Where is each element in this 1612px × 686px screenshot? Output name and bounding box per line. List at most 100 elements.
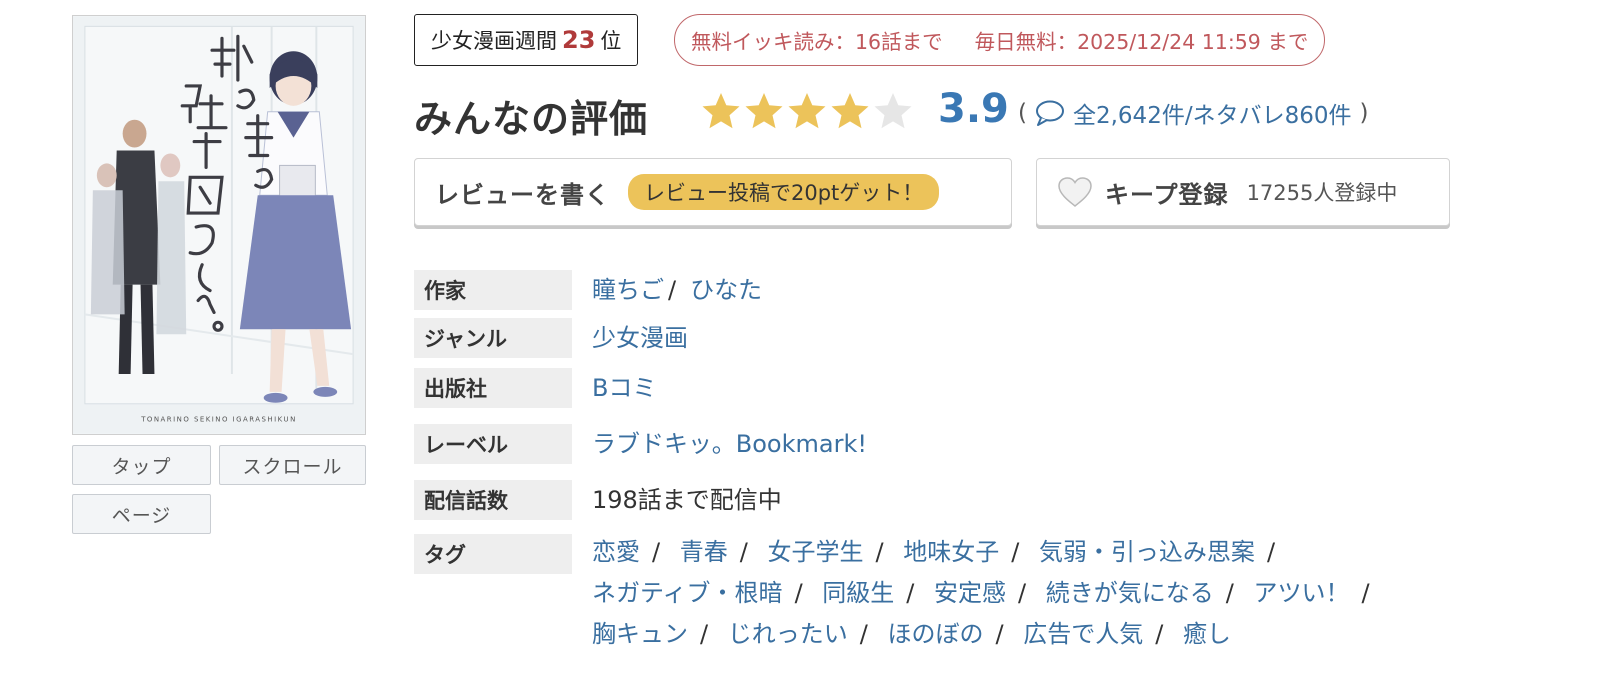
star-icon [702,93,740,129]
publisher-value: Bコミ [592,368,656,408]
tag-separator: / [1225,579,1234,607]
tag-link[interactable]: 続きが気になる [1046,579,1214,607]
scroll-view-button[interactable]: スクロール [219,445,366,485]
tag-item: 安定感 / [934,579,1038,607]
heart-icon [1058,177,1092,208]
tag-item: 気弱・引っ込み思案 / [1039,538,1287,566]
tap-view-button[interactable]: タップ [72,445,211,485]
open-paren: ( [1018,100,1027,126]
tag-item: 広告で人気 / [1023,620,1175,648]
tag-separator: / [995,620,1004,648]
label-row: レーベル ラブドキッ。Bookmark! [414,424,1574,464]
author-link-1[interactable]: 瞳ちご [592,276,664,304]
label-label: レーベル [414,424,572,464]
tag-item: 地味女子 / [903,538,1031,566]
tag-link[interactable]: ほのぼの [887,620,983,648]
tag-link[interactable]: 恋愛 [592,538,640,566]
episodes-row: 配信話数 198話まで配信中 [414,480,1574,520]
tags-label: タグ [414,534,572,574]
star-icon [831,93,869,129]
tag-separator: / [1018,579,1027,607]
tag-separator: / [700,620,709,648]
tag-item: ネガティブ・根暗 / [592,579,815,607]
rank-number: 23 [562,26,596,54]
author-link-2[interactable]: ひなた [690,276,762,304]
free-ikki-text: 無料イッキ読み：16話まで [691,30,943,54]
tag-link[interactable]: じれったい [728,620,848,648]
tag-separator: / [1361,579,1370,607]
tag-item: 女子学生 / [767,538,895,566]
tag-item: じれったい / [728,620,880,648]
tag-link[interactable]: 広告で人気 [1023,620,1143,648]
tags-row: タグ 恋愛 / 青春 / 女子学生 / 地味女子 / 気弱・引っ込み思案 / ネガティブ・… [414,534,1574,655]
keep-register-label: キープ登録 [1105,180,1229,209]
tag-separator: / [794,579,803,607]
tag-item: アツい！ / [1254,579,1382,607]
tag-link[interactable]: 青春 [680,538,728,566]
tag-link[interactable]: 女子学生 [767,538,863,566]
tag-item: 青春 / [680,538,760,566]
rank-suffix: 位 [600,29,622,53]
review-counts: 全2,642件/ネタバレ860件 [1072,103,1352,129]
star-icon [874,93,912,129]
tag-item: ほのぼの / [887,620,1015,648]
free-reading-badge: 無料イッキ読み：16話まで 毎日無料：2025/12/24 11:59 まで [674,14,1326,66]
cover-romaji: TONARINO SEKINO IGARASHIKUN [140,416,297,424]
rating-score: 3.9 [938,86,1009,132]
tag-item: 胸キュン / [592,620,720,648]
tag-link[interactable]: 胸キュン [592,620,688,648]
close-paren: ) [1359,100,1369,126]
label-link[interactable]: ラブドキッ。Bookmark! [592,430,867,458]
publisher-row: 出版社 Bコミ [414,368,1574,408]
publisher-label: 出版社 [414,368,572,408]
weekly-rank-badge[interactable]: 少女漫画週間 23 位 [414,14,639,66]
keep-register-button[interactable]: キープ登録 17255人登録中 [1036,158,1450,226]
page-view-button[interactable]: ページ [72,494,211,534]
review-promo-badge: レビュー投稿で20ptゲット！ [628,174,940,210]
tag-item: 続きが気になる / [1046,579,1246,607]
review-count-link[interactable]: ( 全2,642件/ネタバレ860件 ) [1018,96,1368,130]
tag-separator: / [875,538,884,566]
cover-image[interactable]: TONARINO SEKINO IGARASHIKUN [72,15,366,435]
tag-link[interactable]: 同級生 [822,579,894,607]
write-review-label: レビューを書く [435,180,610,209]
tag-item: 同級生 / [822,579,926,607]
keep-count: 17255人登録中 [1246,181,1398,205]
author-label: 作家 [414,270,572,310]
tag-separator: / [859,620,868,648]
tag-item: 癒し [1183,620,1231,648]
tag-link[interactable]: 安定感 [934,579,1006,607]
tag-link[interactable]: アツい！ [1254,579,1350,607]
genre-value: 少女漫画 [592,318,688,358]
label-value: ラブドキッ。Bookmark! [592,424,867,464]
author-separator: / [668,276,677,304]
author-value: 瞳ちご / ひなた [592,270,762,310]
rank-category: 少女漫画週間 [431,29,557,53]
tag-link[interactable]: 気弱・引っ込み思案 [1039,538,1255,566]
star-icon [745,93,783,129]
tag-separator: / [652,538,661,566]
genre-label: ジャンル [414,318,572,358]
tag-item: 恋愛 / [592,538,672,566]
episodes-label: 配信話数 [414,480,572,520]
tag-separator: / [1266,538,1276,566]
tag-separator: / [1155,620,1164,648]
rating-stars [700,90,914,132]
tag-separator: / [1011,538,1020,566]
episodes-value: 198話まで配信中 [592,486,782,514]
tag-separator: / [906,579,915,607]
tag-link[interactable]: ネガティブ・根暗 [592,579,783,607]
speech-bubble-icon [1035,100,1064,126]
genre-row: ジャンル 少女漫画 [414,318,1574,358]
rating-title: みんなの評価 [414,97,649,141]
tag-link[interactable]: 地味女子 [903,538,999,566]
author-row: 作家 瞳ちご / ひなた [414,270,1574,310]
tag-separator: / [739,538,748,566]
star-icon [788,93,826,129]
tag-list: 恋愛 / 青春 / 女子学生 / 地味女子 / 気弱・引っ込み思案 / ネガティブ・根暗 /… [592,532,1512,655]
write-review-button[interactable]: レビューを書く レビュー投稿で20ptゲット！ [414,158,1012,226]
free-daily-text: 毎日無料：2025/12/24 11:59 まで [974,30,1309,54]
tag-link[interactable]: 癒し [1183,620,1231,648]
publisher-link[interactable]: Bコミ [592,374,656,402]
genre-link[interactable]: 少女漫画 [592,324,688,352]
